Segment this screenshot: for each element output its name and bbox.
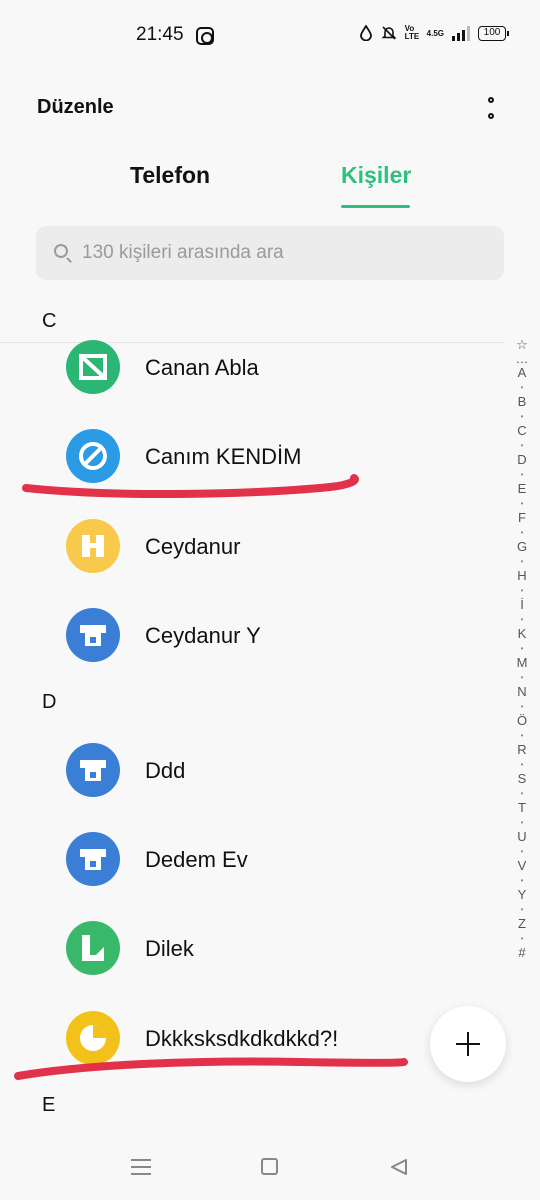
alpha-index-letter[interactable]: R — [517, 743, 526, 757]
avatar — [66, 519, 120, 573]
contact-name: Canan Abla — [145, 355, 259, 380]
contact-name: Ddd — [145, 758, 186, 783]
avatar — [66, 743, 120, 797]
avatar — [66, 832, 120, 886]
alpha-index-letter[interactable]: … — [516, 352, 529, 366]
alpha-index-letter[interactable]: M — [517, 656, 528, 670]
alpha-index-letter[interactable]: B — [518, 395, 527, 409]
contact-name: Ceydanur Y — [145, 623, 261, 648]
alpha-index-letter[interactable]: Z — [518, 917, 526, 931]
alpha-index-letter[interactable]: N — [517, 685, 526, 699]
more-vertical-icon[interactable] — [476, 94, 506, 122]
mute-bell-icon — [381, 26, 397, 40]
alpha-index-letter[interactable]: E — [518, 482, 527, 496]
network-label: 4.5G — [426, 28, 444, 38]
status-time: 21:45 — [136, 24, 184, 45]
alpha-index-letter[interactable]: D — [517, 453, 526, 467]
alpha-index-letter[interactable]: H — [517, 569, 526, 583]
tab-contacts[interactable]: Kişiler — [341, 162, 411, 189]
contact-name: Ceydanur — [145, 534, 241, 559]
instagram-icon — [196, 27, 214, 45]
avatar — [66, 1011, 120, 1065]
alpha-index-letter[interactable]: U — [517, 830, 526, 844]
data-saver-icon — [359, 25, 372, 41]
menu-icon[interactable] — [131, 1159, 151, 1175]
alpha-index-letter[interactable]: Y — [518, 888, 527, 902]
alpha-index-dot: • — [520, 412, 524, 421]
alpha-index-letter[interactable]: Ö — [517, 714, 527, 728]
contact-item[interactable]: Ceydanur — [0, 501, 505, 591]
alpha-index-dot: • — [520, 934, 524, 943]
battery-icon: 100 — [478, 25, 509, 41]
alpha-index-dot: • — [520, 905, 524, 914]
alpha-index-dot: • — [520, 847, 524, 856]
contact-item[interactable]: Dilek — [0, 903, 505, 993]
alpha-index-letter[interactable]: K — [518, 627, 527, 641]
alpha-index-letter[interactable]: G — [517, 540, 527, 554]
contact-name: Dkkksksdkdkdkkd?! — [145, 1026, 339, 1051]
alpha-index-dot: • — [520, 528, 524, 537]
alpha-index-letter[interactable]: S — [518, 772, 527, 786]
section-header-e: E — [42, 1094, 56, 1116]
alpha-index-letter[interactable]: İ — [520, 598, 524, 612]
avatar — [66, 340, 120, 394]
alphabet-index[interactable]: ☆ … A • B • C • D • E • F • G • H • İ • K • M • N • Ö • R • S • T • U • V •… — [508, 338, 536, 960]
alpha-index-letter[interactable]: ☆ — [516, 338, 528, 352]
alpha-index-dot: • — [520, 818, 524, 827]
alpha-index-dot: • — [520, 615, 524, 624]
back-triangle-icon[interactable] — [389, 1157, 409, 1177]
contact-item[interactable]: Ddd — [0, 725, 505, 815]
contact-name: Canım KENDİM — [145, 444, 302, 469]
active-tab-indicator — [341, 205, 410, 208]
alpha-index-letter[interactable]: F — [518, 511, 526, 525]
alpha-index-dot: • — [520, 789, 524, 798]
alpha-index-letter[interactable]: # — [518, 946, 525, 960]
alpha-index-dot: • — [520, 876, 524, 885]
alpha-index-letter[interactable]: A — [518, 366, 527, 380]
signal-icon — [452, 25, 470, 41]
avatar — [66, 921, 120, 975]
alpha-index-dot: • — [520, 760, 524, 769]
status-bar: 21:45 Vo LTE 4.5G 100 — [0, 0, 540, 72]
alpha-index-dot: • — [520, 557, 524, 566]
add-contact-button[interactable] — [430, 1006, 506, 1082]
alpha-index-dot: • — [520, 673, 524, 682]
alpha-index-dot: • — [520, 441, 524, 450]
contact-item[interactable]: Canan Abla — [0, 322, 505, 412]
volte-label: Vo LTE — [404, 24, 420, 41]
contact-item[interactable]: Dedem Ev — [0, 814, 505, 904]
alpha-index-dot: • — [520, 383, 524, 392]
status-icons: Vo LTE 4.5G 100 — [359, 24, 509, 41]
alpha-index-dot: • — [520, 702, 524, 711]
home-square-icon[interactable] — [261, 1158, 278, 1175]
system-nav-bar — [0, 1134, 540, 1200]
contact-item[interactable]: Ceydanur Y — [0, 590, 505, 680]
alpha-index-letter[interactable]: V — [518, 859, 527, 873]
search-bar[interactable] — [36, 226, 504, 280]
alpha-index-letter[interactable]: T — [518, 801, 526, 815]
tab-phone[interactable]: Telefon — [130, 162, 210, 189]
contact-item[interactable]: Dkkksksdkdkdkkd?! — [0, 993, 505, 1083]
alpha-index-dot: • — [520, 731, 524, 740]
search-icon — [54, 244, 68, 258]
alpha-index-dot: • — [520, 586, 524, 595]
alpha-index-dot: • — [520, 499, 524, 508]
contact-item[interactable]: Canım KENDİM — [0, 411, 505, 501]
alpha-index-letter[interactable]: C — [517, 424, 526, 438]
alpha-index-dot: • — [520, 470, 524, 479]
alpha-index-dot: • — [520, 644, 524, 653]
edit-button[interactable]: Düzenle — [37, 96, 114, 119]
contact-name: Dedem Ev — [145, 847, 248, 872]
contact-name: Dilek — [145, 936, 194, 961]
section-header-d: D — [42, 691, 57, 713]
search-input[interactable] — [82, 226, 482, 280]
avatar — [66, 608, 120, 662]
avatar — [66, 429, 120, 483]
